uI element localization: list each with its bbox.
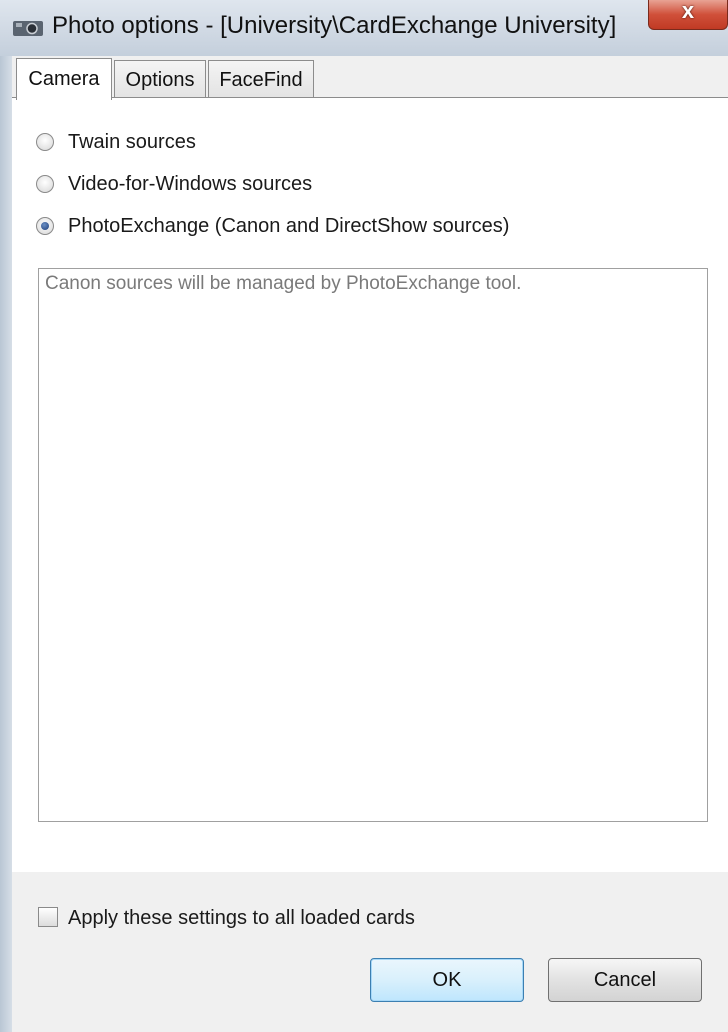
cancel-button[interactable]: Cancel	[548, 958, 702, 1002]
close-button[interactable]: x	[648, 0, 728, 30]
tab-options[interactable]: Options	[114, 60, 206, 98]
radio-label: PhotoExchange (Canon and DirectShow sour…	[68, 215, 510, 237]
tab-camera[interactable]: Camera	[16, 58, 112, 100]
close-icon: x	[681, 0, 695, 23]
source-info-box: Canon sources will be managed by PhotoEx…	[38, 268, 708, 822]
apply-all-label: Apply these settings to all loaded cards	[68, 907, 415, 929]
radio-button[interactable]	[36, 133, 54, 151]
window-title: Photo options - [University\CardExchange…	[52, 12, 617, 39]
window-border	[0, 56, 12, 1032]
ok-button[interactable]: OK	[370, 958, 524, 1002]
app-icon	[13, 21, 43, 36]
source-info-text: Canon sources will be managed by PhotoEx…	[45, 273, 522, 294]
title-bar: Photo options - [University\CardExchange…	[0, 0, 728, 57]
radio-button[interactable]	[36, 175, 54, 193]
radio-label: Twain sources	[68, 131, 196, 153]
apply-all-checkbox[interactable]	[38, 907, 58, 927]
tab-facefind[interactable]: FaceFind	[208, 60, 314, 98]
radio-label: Video-for-Windows sources	[68, 173, 313, 195]
radio-button-checked[interactable]	[36, 217, 54, 235]
